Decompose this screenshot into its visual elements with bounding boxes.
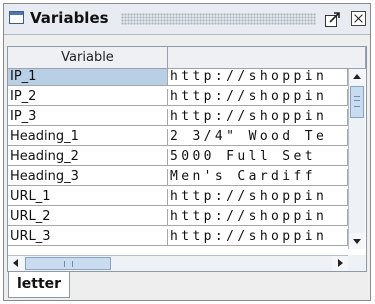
table-row[interactable]: IP_2 http://shoppin: [8, 89, 366, 106]
horizontal-scroll-thumb[interactable]: [25, 257, 111, 270]
variable-value-cell[interactable]: http://shoppin: [168, 109, 348, 126]
title-drag-grip[interactable]: [121, 13, 316, 25]
scroll-down-icon[interactable]: [349, 233, 365, 249]
table-row[interactable]: IP_1 http://shoppin: [8, 69, 366, 86]
variable-name-cell[interactable]: IP_3: [8, 109, 168, 126]
variable-name-cell[interactable]: URL_3: [8, 229, 168, 246]
scroll-left-icon[interactable]: [8, 256, 24, 271]
column-header-value[interactable]: [168, 47, 366, 69]
scroll-right-icon[interactable]: [332, 256, 348, 271]
vertical-scroll-thumb[interactable]: [350, 86, 364, 118]
close-icon[interactable]: [351, 11, 366, 26]
undock-icon[interactable]: [324, 11, 341, 28]
table-row[interactable]: Heading_2 5000 Full Set: [8, 149, 366, 166]
table-row[interactable]: Heading_1 2 3/4" Wood Te: [8, 129, 366, 146]
variable-value-cell[interactable]: 5000 Full Set: [168, 149, 348, 166]
table-row[interactable]: IP_3 http://shoppin: [8, 109, 366, 126]
table-row[interactable]: Heading_3 Men's Cardiff: [8, 169, 366, 186]
table-row[interactable]: URL_3 http://shoppin: [8, 229, 366, 246]
variable-name-cell[interactable]: URL_2: [8, 209, 168, 226]
variable-name-cell[interactable]: URL_1: [8, 189, 168, 206]
variables-window: Variables Variable IP_1 http://shoppin IP_…: [3, 3, 371, 301]
variable-value-cell[interactable]: http://shoppin: [168, 69, 348, 86]
variable-value-cell[interactable]: Men's Cardiff: [168, 169, 348, 186]
horizontal-scrollbar[interactable]: [8, 255, 348, 271]
variable-value-cell[interactable]: http://shoppin: [168, 189, 348, 206]
variables-table: Variable IP_1 http://shoppin IP_2 http://sh…: [7, 46, 367, 272]
tab-bar: letter: [4, 272, 370, 300]
variable-value-cell[interactable]: http://shoppin: [168, 209, 348, 226]
window-title: Variables: [30, 9, 109, 27]
scroll-corner: [348, 255, 366, 271]
variable-name-cell[interactable]: Heading_1: [8, 129, 168, 146]
table-row[interactable]: URL_1 http://shoppin: [8, 189, 366, 206]
variable-name-cell[interactable]: Heading_2: [8, 149, 168, 166]
table-window-icon: [9, 11, 24, 24]
title-bar[interactable]: Variables: [4, 4, 370, 35]
vertical-scrollbar[interactable]: [348, 69, 365, 249]
scroll-up-icon[interactable]: [349, 69, 365, 85]
variable-value-cell[interactable]: http://shoppin: [168, 89, 348, 106]
variable-name-cell[interactable]: Heading_3: [8, 169, 168, 186]
variable-name-cell[interactable]: IP_2: [8, 89, 168, 106]
table-row[interactable]: URL_2 http://shoppin: [8, 209, 366, 226]
variable-name-cell[interactable]: IP_1: [8, 69, 168, 86]
variable-value-cell[interactable]: 2 3/4" Wood Te: [168, 129, 348, 146]
variable-value-cell[interactable]: http://shoppin: [168, 229, 348, 246]
column-header-variable[interactable]: Variable: [8, 47, 168, 69]
tab-letter[interactable]: letter: [8, 272, 70, 298]
